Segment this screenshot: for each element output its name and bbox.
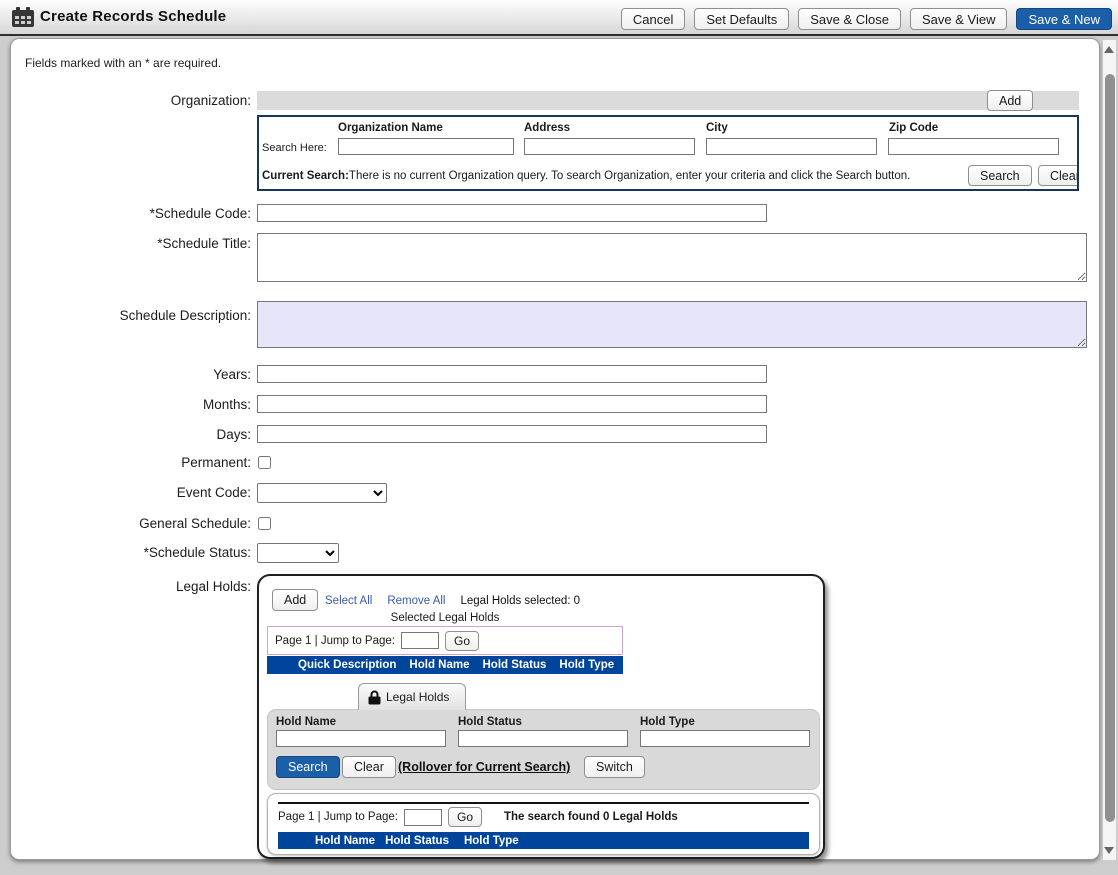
save-and-new-button[interactable]: Save & New: [1016, 8, 1112, 30]
legal-holds-search-button[interactable]: Search: [276, 756, 340, 778]
hold-name-filter-label: Hold Name: [276, 716, 336, 728]
organization-label: Organization:: [11, 93, 251, 108]
page-header: Create Records Schedule Cancel Set Defau…: [0, 0, 1118, 36]
scrollbar-thumb[interactable]: [1105, 74, 1115, 822]
results-pager: Page 1 | Jump to Page: Go The search fou…: [278, 807, 678, 827]
results-table-header: Hold Name Hold Status Hold Type: [278, 832, 809, 849]
rollover-current-search-link[interactable]: (Rollover for Current Search): [398, 760, 570, 774]
legal-holds-label: Legal Holds:: [11, 579, 251, 594]
remove-all-link[interactable]: Remove All: [387, 595, 445, 607]
legal-holds-tab-label: Legal Holds: [386, 690, 449, 704]
hold-type-filter-label: Hold Type: [640, 716, 695, 728]
selected-pager-text: Page 1 | Jump to Page:: [275, 635, 395, 647]
organization-search-button[interactable]: Search: [968, 165, 1032, 186]
search-here-label: Search Here:: [262, 142, 327, 154]
legal-holds-panel: Add Select All Remove All Legal Holds se…: [257, 574, 825, 859]
col-quick-description: Quick Description: [298, 659, 396, 671]
calendar-icon: [12, 7, 35, 28]
months-input[interactable]: [257, 395, 767, 413]
org-col-city-header: City: [706, 122, 728, 134]
vertical-scrollbar[interactable]: [1103, 40, 1116, 860]
schedule-code-label: *Schedule Code:: [11, 206, 251, 221]
current-search-line: Current Search:There is no current Organ…: [262, 170, 910, 182]
legal-holds-results-panel: Page 1 | Jump to Page: Go The search fou…: [267, 793, 820, 855]
months-label: Months:: [11, 397, 251, 412]
org-address-input[interactable]: [524, 138, 695, 155]
results-jump-page-input[interactable]: [404, 809, 442, 826]
days-label: Days:: [11, 427, 251, 442]
results-col-hold-type: Hold Type: [464, 835, 519, 847]
scroll-up-arrow-icon[interactable]: [1104, 46, 1114, 53]
schedule-description-label: Schedule Description:: [11, 308, 251, 323]
hold-name-filter-input[interactable]: [276, 730, 446, 747]
legal-holds-links: Select All Remove All Legal Holds select…: [325, 595, 580, 607]
cancel-button[interactable]: Cancel: [621, 8, 685, 30]
col-hold-status: Hold Status: [483, 659, 547, 671]
schedule-title-textarea[interactable]: [257, 233, 1087, 282]
col-hold-name: Hold Name: [409, 659, 469, 671]
general-schedule-label: General Schedule:: [11, 516, 251, 531]
page-title: Create Records Schedule: [40, 8, 226, 25]
save-and-close-button[interactable]: Save & Close: [798, 8, 901, 30]
create-records-schedule-page: Create Records Schedule Cancel Set Defau…: [0, 0, 1118, 875]
event-code-select[interactable]: [257, 483, 387, 503]
set-defaults-button[interactable]: Set Defaults: [694, 8, 789, 30]
schedule-title-label: *Schedule Title:: [11, 236, 251, 251]
general-schedule-checkbox[interactable]: [258, 517, 271, 530]
org-col-zip-header: Zip Code: [889, 122, 938, 134]
org-col-address-header: Address: [524, 122, 570, 134]
organization-add-button[interactable]: Add: [987, 90, 1033, 111]
hold-status-filter-input[interactable]: [458, 730, 628, 747]
legal-holds-switch-button[interactable]: Switch: [584, 756, 645, 778]
legal-holds-clear-button[interactable]: Clear: [342, 756, 396, 778]
legal-holds-filter-panel: Hold Name Hold Status Hold Type Search C…: [267, 709, 820, 790]
scroll-down-arrow-icon[interactable]: [1104, 847, 1114, 854]
save-and-view-button[interactable]: Save & View: [910, 8, 1007, 30]
results-go-button[interactable]: Go: [448, 807, 482, 827]
form-panel: Fields marked with an * are required. Or…: [10, 38, 1100, 860]
selected-holds-table-header: Quick Description Hold Name Hold Status …: [267, 656, 623, 674]
toolbar: Cancel Set Defaults Save & Close Save & …: [621, 8, 1112, 30]
legal-holds-add-button[interactable]: Add: [272, 589, 318, 611]
org-city-input[interactable]: [706, 138, 877, 155]
col-hold-type: Hold Type: [559, 659, 614, 671]
organization-search-box: Organization Name Address City Zip Code …: [257, 115, 1079, 191]
organization-value-field: [257, 91, 1079, 110]
selected-jump-page-input[interactable]: [401, 632, 439, 649]
years-input[interactable]: [257, 365, 767, 383]
legal-holds-selected-count: Legal Holds selected: 0: [460, 595, 580, 607]
legal-holds-tab[interactable]: Legal Holds: [358, 683, 466, 710]
years-label: Years:: [11, 367, 251, 382]
results-found-text: The search found 0 Legal Holds: [504, 811, 678, 823]
results-col-hold-status: Hold Status: [385, 835, 449, 847]
required-fields-note: Fields marked with an * are required.: [25, 56, 221, 70]
event-code-label: Event Code:: [11, 485, 251, 500]
schedule-code-input[interactable]: [257, 204, 767, 222]
current-search-text: There is no current Organization query. …: [349, 170, 910, 182]
schedule-status-select[interactable]: [257, 543, 339, 563]
org-col-name-header: Organization Name: [338, 122, 443, 134]
org-name-input[interactable]: [338, 138, 514, 155]
selected-legal-holds-title: Selected Legal Holds: [267, 612, 623, 624]
hold-type-filter-input[interactable]: [640, 730, 810, 747]
selected-holds-pager: Page 1 | Jump to Page: Go: [267, 626, 623, 655]
current-search-label: Current Search:: [262, 170, 349, 182]
permanent-label: Permanent:: [11, 455, 251, 470]
schedule-status-label: *Schedule Status:: [11, 545, 251, 560]
org-zip-input[interactable]: [888, 138, 1059, 155]
results-divider: [278, 802, 809, 804]
results-col-hold-name: Hold Name: [315, 835, 375, 847]
organization-clear-button[interactable]: Clear: [1038, 165, 1079, 186]
results-pager-text: Page 1 | Jump to Page:: [278, 811, 398, 823]
hold-status-filter-label: Hold Status: [458, 716, 522, 728]
selected-go-button[interactable]: Go: [445, 631, 479, 651]
lock-icon: [368, 690, 381, 705]
select-all-link[interactable]: Select All: [325, 595, 372, 607]
days-input[interactable]: [257, 425, 767, 443]
permanent-checkbox[interactable]: [258, 456, 271, 469]
schedule-description-textarea[interactable]: [257, 301, 1087, 348]
